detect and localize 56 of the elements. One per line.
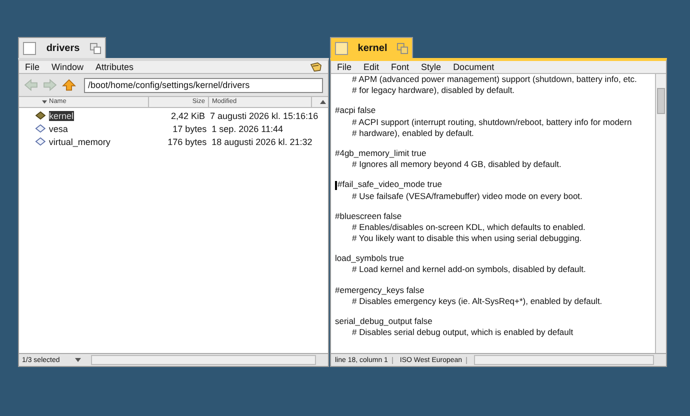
comment-line: # for legacy hardware), disabled by default. [352,85,515,96]
comment-line: # APM (advanced power management) support (shutdown, battery info, etc. [352,74,637,86]
vertical-scrollbar[interactable] [655,74,666,353]
file-name[interactable]: kernel [49,110,74,120]
file-name[interactable]: virtual_memory [48,136,148,146]
sort-arrow-icon [42,100,47,104]
comment-line: # Disables emergency keys (ie. Alt-SysReq+*), enabled by default. [352,296,602,307]
comment-line: # Disables serial debug output, which is enabled by default [352,327,574,338]
path-field[interactable]: /boot/home/config/settings/kernel/drivers [84,78,323,92]
file-modified: 18 augusti 2026 kl. 21:32 [210,136,314,146]
horizontal-scrollbar[interactable] [474,355,654,365]
dropdown-caret-icon[interactable] [75,358,81,362]
zoom-box-icon[interactable] [397,42,408,54]
menu-item[interactable]: Style [421,62,442,72]
comment-line: # hardware), enabled by default. [352,128,474,139]
comment-line: # You likely want to disable this when using serial debugging. [352,233,582,244]
menu-item[interactable]: Attributes [96,62,134,72]
comment-line: # Use failsafe (VESA/framebuffer) video mode on every boot. [352,190,582,202]
setting-line: serial_debug_output false [335,316,434,328]
file-icon [35,124,46,133]
window-title: kernel [356,42,388,54]
file-name[interactable]: vesa [48,124,148,134]
menu-item[interactable]: Font [391,62,410,72]
zoom-box-icon[interactable] [90,42,101,54]
setting-line: #emergency_keys false [335,284,426,296]
file-modified: 7 augusti 2026 kl. 15:16:16 [208,110,320,120]
file-modified: 1 sep. 2026 11:44 [210,124,284,134]
setting-line: #4gb_memory_limit true [335,148,428,160]
menu-item[interactable]: File [337,62,352,72]
comment-line: # Ignores all memory beyond 4 GB, disabled by default. [352,159,562,170]
close-box-icon[interactable] [335,42,348,54]
package-icon [35,111,46,120]
comment-line: # Load kernel and kernel add-on symbols, disabled by default. [352,264,586,276]
menu-item[interactable]: Window [52,62,84,72]
setting-line: load_symbols true [335,253,405,264]
file-size: 176 bytes [166,136,207,146]
scroll-up-icon[interactable] [320,100,326,104]
file-icon [35,137,46,146]
close-box-icon[interactable] [23,42,36,54]
horizontal-scrollbar[interactable] [91,355,316,365]
menu-item[interactable]: File [25,62,40,72]
window-title: drivers [45,42,81,54]
menu-item[interactable]: Edit [364,62,380,72]
setting-line: #fail_safe_video_mode true [335,179,655,190]
setting-line: #bluescreen false [335,210,403,222]
window-tab[interactable]: drivers [18,37,106,58]
back-arrow-icon[interactable] [24,79,38,91]
comment-line: # Enables/disables on-screen KDL, which defaults to enabled. [352,222,586,234]
forward-arrow-icon[interactable] [43,79,57,91]
menu-item[interactable]: Document [453,62,494,72]
setting-line: #acpi false [335,105,377,117]
file-size: 2,42 KiB [170,110,205,120]
window-tab[interactable]: kernel [330,37,413,58]
file-size: 17 bytes [172,124,207,134]
comment-line: # ACPI support (interrupt routing, shutdown/reboot, battery info for modern [352,116,632,128]
up-arrow-icon[interactable] [62,79,76,91]
